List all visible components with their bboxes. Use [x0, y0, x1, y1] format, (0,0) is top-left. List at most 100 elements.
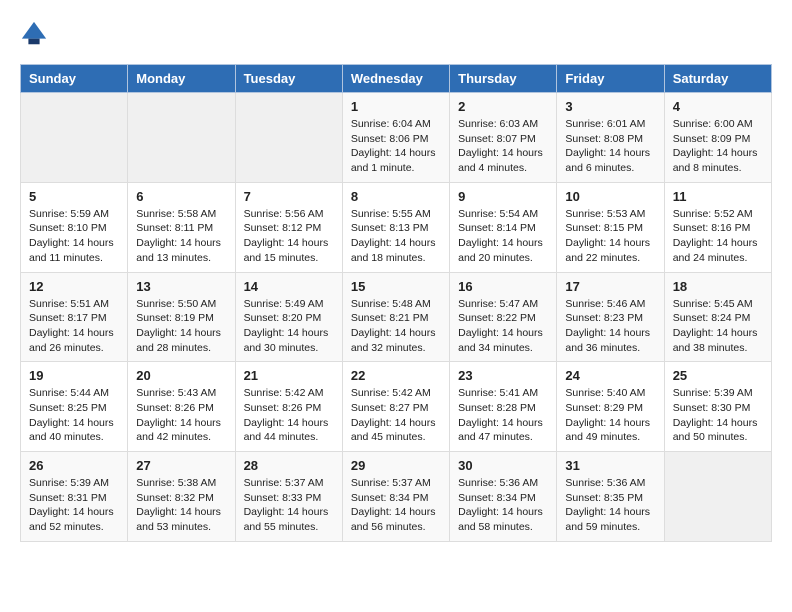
day-info: Sunrise: 6:01 AM Sunset: 8:08 PM Dayligh…: [565, 117, 655, 176]
day-info: Sunrise: 5:58 AM Sunset: 8:11 PM Dayligh…: [136, 207, 226, 266]
calendar-cell: 30 Sunrise: 5:36 AM Sunset: 8:34 PM Dayli…: [450, 452, 557, 542]
calendar-cell: 18 Sunrise: 5:45 AM Sunset: 8:24 PM Dayli…: [664, 272, 771, 362]
calendar-cell: 22 Sunrise: 5:42 AM Sunset: 8:27 PM Dayli…: [342, 362, 449, 452]
calendar-week-row: 5Sunrise: 5:59 AM Sunset: 8:10 PM Daylig…: [21, 182, 772, 272]
calendar-cell: 20 Sunrise: 5:43 AM Sunset: 8:26 PM Dayli…: [128, 362, 235, 452]
calendar-cell: [235, 93, 342, 183]
day-number: 12: [29, 279, 119, 294]
day-info: Sunrise: 5:36 AM Sunset: 8:34 PM Dayligh…: [458, 476, 548, 535]
day-info: Sunrise: 5:37 AM Sunset: 8:34 PM Dayligh…: [351, 476, 441, 535]
day-info: Sunrise: 5:47 AM Sunset: 8:22 PM Dayligh…: [458, 297, 548, 356]
day-number: 15: [351, 279, 441, 294]
calendar-cell: 13 Sunrise: 5:50 AM Sunset: 8:19 PM Dayli…: [128, 272, 235, 362]
day-info: Sunrise: 6:00 AM Sunset: 8:09 PM Dayligh…: [673, 117, 763, 176]
calendar-cell: 4 Sunrise: 6:00 AM Sunset: 8:09 PM Daylig…: [664, 93, 771, 183]
day-number: 22: [351, 368, 441, 383]
day-number: 30: [458, 458, 548, 473]
calendar-cell: 15 Sunrise: 5:48 AM Sunset: 8:21 PM Dayli…: [342, 272, 449, 362]
calendar-cell: 1 Sunrise: 6:04 AM Sunset: 8:06 PM Daylig…: [342, 93, 449, 183]
calendar-header-row: SundayMondayTuesdayWednesdayThursdayFrid…: [21, 65, 772, 93]
day-number: 10: [565, 189, 655, 204]
calendar-cell: 24Sunrise: 5:40 AM Sunset: 8:29 PM Dayli…: [557, 362, 664, 452]
header-wednesday: Wednesday: [342, 65, 449, 93]
day-info: Sunrise: 5:48 AM Sunset: 8:21 PM Dayligh…: [351, 297, 441, 356]
day-info: Sunrise: 5:45 AM Sunset: 8:24 PM Dayligh…: [673, 297, 763, 356]
day-info: Sunrise: 5:52 AM Sunset: 8:16 PM Dayligh…: [673, 207, 763, 266]
calendar-cell: 31 Sunrise: 5:36 AM Sunset: 8:35 PM Dayli…: [557, 452, 664, 542]
day-number: 24: [565, 368, 655, 383]
calendar-cell: 27Sunrise: 5:38 AM Sunset: 8:32 PM Dayli…: [128, 452, 235, 542]
calendar-cell: 12 Sunrise: 5:51 AM Sunset: 8:17 PM Dayli…: [21, 272, 128, 362]
day-info: Sunrise: 6:03 AM Sunset: 8:07 PM Dayligh…: [458, 117, 548, 176]
calendar-cell: 17Sunrise: 5:46 AM Sunset: 8:23 PM Dayli…: [557, 272, 664, 362]
day-info: Sunrise: 5:55 AM Sunset: 8:13 PM Dayligh…: [351, 207, 441, 266]
day-number: 21: [244, 368, 334, 383]
calendar-cell: [128, 93, 235, 183]
header-monday: Monday: [128, 65, 235, 93]
calendar-cell: 28Sunrise: 5:37 AM Sunset: 8:33 PM Dayli…: [235, 452, 342, 542]
day-number: 3: [565, 99, 655, 114]
day-info: Sunrise: 5:39 AM Sunset: 8:31 PM Dayligh…: [29, 476, 119, 535]
day-info: Sunrise: 5:44 AM Sunset: 8:25 PM Dayligh…: [29, 386, 119, 445]
day-info: Sunrise: 5:42 AM Sunset: 8:26 PM Dayligh…: [244, 386, 334, 445]
day-number: 13: [136, 279, 226, 294]
day-number: 31: [565, 458, 655, 473]
day-info: Sunrise: 5:37 AM Sunset: 8:33 PM Dayligh…: [244, 476, 334, 535]
day-number: 25: [673, 368, 763, 383]
day-number: 1: [351, 99, 441, 114]
calendar-cell: 19Sunrise: 5:44 AM Sunset: 8:25 PM Dayli…: [21, 362, 128, 452]
day-number: 26: [29, 458, 119, 473]
logo: [20, 20, 52, 48]
calendar-cell: 8 Sunrise: 5:55 AM Sunset: 8:13 PM Daylig…: [342, 182, 449, 272]
calendar-cell: 2Sunrise: 6:03 AM Sunset: 8:07 PM Daylig…: [450, 93, 557, 183]
day-info: Sunrise: 5:41 AM Sunset: 8:28 PM Dayligh…: [458, 386, 548, 445]
header-friday: Friday: [557, 65, 664, 93]
day-info: Sunrise: 5:43 AM Sunset: 8:26 PM Dayligh…: [136, 386, 226, 445]
day-info: Sunrise: 5:36 AM Sunset: 8:35 PM Dayligh…: [565, 476, 655, 535]
day-info: Sunrise: 6:04 AM Sunset: 8:06 PM Dayligh…: [351, 117, 441, 176]
day-number: 16: [458, 279, 548, 294]
day-number: 8: [351, 189, 441, 204]
calendar-cell: 11 Sunrise: 5:52 AM Sunset: 8:16 PM Dayli…: [664, 182, 771, 272]
logo-icon: [20, 20, 48, 48]
day-info: Sunrise: 5:51 AM Sunset: 8:17 PM Dayligh…: [29, 297, 119, 356]
day-number: 18: [673, 279, 763, 294]
day-number: 11: [673, 189, 763, 204]
day-info: Sunrise: 5:49 AM Sunset: 8:20 PM Dayligh…: [244, 297, 334, 356]
day-info: Sunrise: 5:53 AM Sunset: 8:15 PM Dayligh…: [565, 207, 655, 266]
calendar-cell: 7 Sunrise: 5:56 AM Sunset: 8:12 PM Daylig…: [235, 182, 342, 272]
calendar-cell: 25Sunrise: 5:39 AM Sunset: 8:30 PM Dayli…: [664, 362, 771, 452]
day-number: 14: [244, 279, 334, 294]
day-info: Sunrise: 5:38 AM Sunset: 8:32 PM Dayligh…: [136, 476, 226, 535]
page-header: [20, 20, 772, 48]
calendar-week-row: 26 Sunrise: 5:39 AM Sunset: 8:31 PM Dayli…: [21, 452, 772, 542]
day-info: Sunrise: 5:50 AM Sunset: 8:19 PM Dayligh…: [136, 297, 226, 356]
day-info: Sunrise: 5:56 AM Sunset: 8:12 PM Dayligh…: [244, 207, 334, 266]
calendar-cell: 23 Sunrise: 5:41 AM Sunset: 8:28 PM Dayli…: [450, 362, 557, 452]
calendar-cell: 26 Sunrise: 5:39 AM Sunset: 8:31 PM Dayli…: [21, 452, 128, 542]
calendar-cell: 21 Sunrise: 5:42 AM Sunset: 8:26 PM Dayli…: [235, 362, 342, 452]
header-thursday: Thursday: [450, 65, 557, 93]
calendar-week-row: 1 Sunrise: 6:04 AM Sunset: 8:06 PM Daylig…: [21, 93, 772, 183]
calendar-cell: 5Sunrise: 5:59 AM Sunset: 8:10 PM Daylig…: [21, 182, 128, 272]
day-info: Sunrise: 5:46 AM Sunset: 8:23 PM Dayligh…: [565, 297, 655, 356]
calendar-table: SundayMondayTuesdayWednesdayThursdayFrid…: [20, 64, 772, 542]
calendar-cell: 3 Sunrise: 6:01 AM Sunset: 8:08 PM Daylig…: [557, 93, 664, 183]
header-tuesday: Tuesday: [235, 65, 342, 93]
day-number: 6: [136, 189, 226, 204]
day-number: 29: [351, 458, 441, 473]
calendar-cell: 14 Sunrise: 5:49 AM Sunset: 8:20 PM Dayli…: [235, 272, 342, 362]
day-number: 4: [673, 99, 763, 114]
calendar-cell: 29 Sunrise: 5:37 AM Sunset: 8:34 PM Dayli…: [342, 452, 449, 542]
calendar-week-row: 12 Sunrise: 5:51 AM Sunset: 8:17 PM Dayli…: [21, 272, 772, 362]
header-saturday: Saturday: [664, 65, 771, 93]
day-info: Sunrise: 5:42 AM Sunset: 8:27 PM Dayligh…: [351, 386, 441, 445]
day-info: Sunrise: 5:59 AM Sunset: 8:10 PM Dayligh…: [29, 207, 119, 266]
day-number: 7: [244, 189, 334, 204]
day-info: Sunrise: 5:54 AM Sunset: 8:14 PM Dayligh…: [458, 207, 548, 266]
calendar-cell: 9Sunrise: 5:54 AM Sunset: 8:14 PM Daylig…: [450, 182, 557, 272]
day-number: 20: [136, 368, 226, 383]
calendar-week-row: 19Sunrise: 5:44 AM Sunset: 8:25 PM Dayli…: [21, 362, 772, 452]
calendar-cell: 16 Sunrise: 5:47 AM Sunset: 8:22 PM Dayli…: [450, 272, 557, 362]
day-number: 23: [458, 368, 548, 383]
